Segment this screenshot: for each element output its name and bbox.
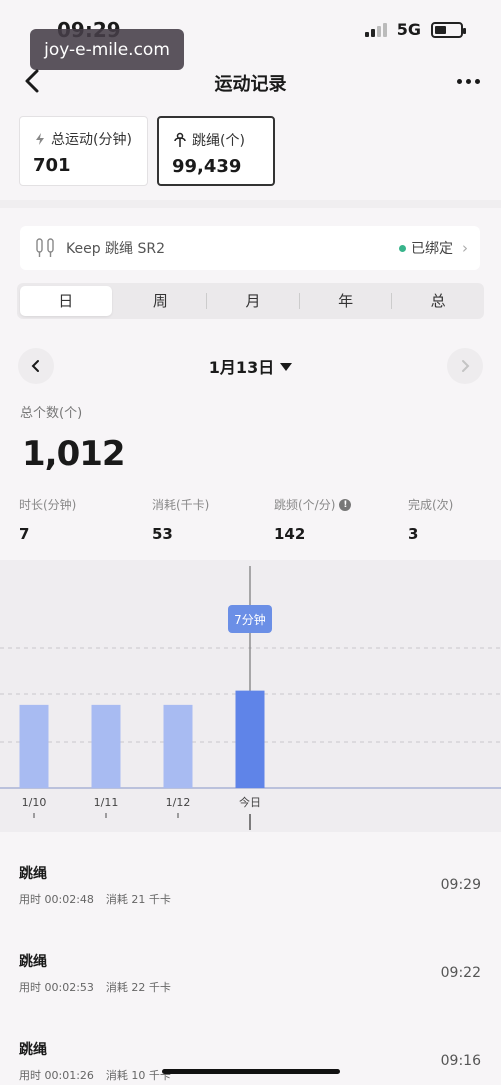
record-title: 跳绳 (19, 866, 47, 882)
card-label: 总运动(分钟) (51, 132, 132, 148)
record-duration: 用时 00:02:53 (19, 981, 94, 994)
tab-year[interactable]: 年 (300, 283, 392, 319)
stat-label-row: 跳频(个/分) ! (274, 496, 352, 513)
stat-calories: 消耗(千卡) 53 (152, 496, 209, 543)
x-tick-label: 1/12 (166, 796, 191, 809)
period-tabs: 日 周 月 年 总 (17, 283, 484, 319)
record-meta: 用时 00:02:48 消耗 21 千卡 (19, 891, 171, 907)
tab-month[interactable]: 月 (207, 283, 299, 319)
bar-chart[interactable]: 1/10 1/11 1/12 今日 7分钟 (0, 560, 501, 832)
record-meta: 用时 00:01:26 消耗 10 千卡 (19, 1067, 171, 1083)
chevron-right-icon: › (462, 239, 468, 257)
card-value: 99,439 (172, 156, 242, 177)
stat-label: 时长(分钟) (19, 498, 77, 512)
list-item[interactable]: 跳绳 用时 00:02:48 消耗 21 千卡 09:29 (0, 863, 501, 951)
x-tick-label: 1/10 (22, 796, 47, 809)
record-time: 09:29 (440, 877, 481, 893)
bar-3[interactable] (235, 690, 265, 788)
device-status: 已绑定 › (399, 238, 468, 258)
stat-label: 消耗(千卡) (152, 498, 210, 512)
stat-value: 142 (274, 525, 306, 543)
record-time: 09:22 (440, 965, 481, 981)
record-time: 09:16 (440, 1053, 481, 1069)
list-item[interactable]: 跳绳 用时 00:02:53 消耗 22 千卡 09:22 (0, 951, 501, 1039)
tab-week[interactable]: 周 (115, 283, 207, 319)
status-dot (399, 244, 406, 252)
network-label: 5G (396, 20, 421, 39)
bar-1[interactable] (91, 704, 121, 788)
stat-label: 完成(次) (408, 498, 454, 512)
next-date-button[interactable] (447, 348, 483, 384)
chevron-right-icon (462, 360, 470, 372)
record-title: 跳绳 (19, 954, 47, 970)
x-tick-label: 1/11 (94, 796, 119, 809)
stat-label: 跳频(个/分) (274, 498, 336, 512)
home-indicator (162, 1069, 340, 1074)
record-calories: 消耗 22 千卡 (105, 981, 171, 994)
total-value: 1,012 (22, 434, 126, 474)
summary-card-total-exercise[interactable]: 总运动(分钟) 701 (19, 116, 148, 186)
chart-canvas: 1/10 1/11 1/12 今日 7分钟 (0, 566, 501, 830)
date-dropdown[interactable]: 1月13日 (18, 354, 483, 378)
date-label: 1月13日 (208, 358, 275, 377)
device-name: Keep 跳绳 SR2 (66, 241, 166, 257)
total-label: 总个数(个) (20, 406, 83, 421)
list-item[interactable]: 跳绳 用时 00:01:26 消耗 10 千卡 09:16 (0, 1039, 501, 1085)
jump-rope-device-icon (36, 238, 54, 257)
date-selector: 1月13日 (18, 348, 483, 384)
device-status-label: 已绑定 (411, 241, 453, 257)
nav-bar: 运动记录 (0, 62, 501, 102)
battery-icon (431, 21, 466, 38)
card-value: 701 (33, 155, 71, 176)
bolt-icon (36, 133, 44, 145)
record-meta: 用时 00:02:53 消耗 22 千卡 (19, 979, 171, 995)
bar-0[interactable] (19, 704, 49, 788)
caret-down-icon (280, 363, 293, 371)
more-button[interactable] (453, 68, 483, 94)
device-row[interactable]: Keep 跳绳 SR2 已绑定 › (20, 226, 480, 270)
tab-total[interactable]: 总 (392, 283, 484, 319)
stat-completed: 完成(次) 3 (408, 496, 453, 543)
page-title: 运动记录 (214, 74, 287, 95)
record-calories: 消耗 21 千卡 (105, 893, 171, 906)
stat-frequency: 跳频(个/分) ! 142 (274, 496, 352, 543)
card-label: 跳绳(个) (192, 133, 245, 149)
section-divider (0, 200, 501, 208)
record-duration: 用时 00:01:26 (19, 1069, 94, 1082)
tab-day[interactable]: 日 (20, 286, 112, 316)
tooltip-label: 7分钟 (234, 612, 266, 627)
info-icon[interactable]: ! (339, 498, 352, 511)
stat-duration: 时长(分钟) 7 (19, 496, 76, 543)
stat-value: 7 (19, 525, 30, 543)
more-icon (456, 78, 462, 84)
status-indicators: 5G (364, 20, 466, 39)
bar-2[interactable] (163, 704, 193, 788)
record-duration: 用时 00:02:48 (19, 893, 94, 906)
stat-value: 53 (152, 525, 173, 543)
summary-card-jump-rope[interactable]: 跳绳(个) 99,439 (157, 116, 275, 186)
jump-rope-icon (174, 132, 186, 147)
stat-value: 3 (408, 525, 419, 543)
record-title: 跳绳 (19, 1042, 47, 1058)
x-tick-label: 今日 (239, 795, 261, 809)
signal-icon (364, 22, 387, 37)
